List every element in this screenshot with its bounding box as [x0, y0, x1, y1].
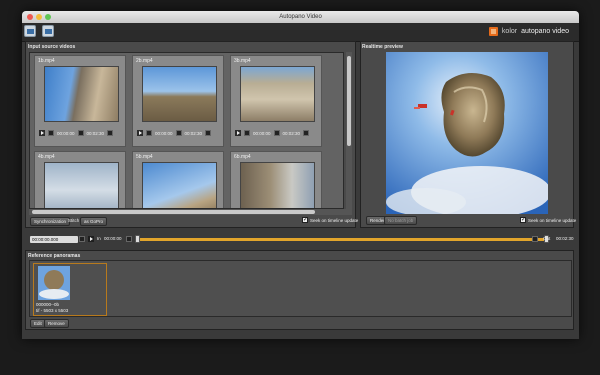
brand-kolor: kolor [501, 28, 518, 35]
import-video-icon[interactable] [24, 25, 36, 37]
play-icon[interactable] [137, 130, 143, 136]
video-tile[interactable]: 1b.mp4 00:00:00 00:02:30 [34, 55, 126, 147]
video-name: 5b.mp4 [136, 154, 153, 160]
brand: kolor autopano video [488, 27, 569, 36]
video-tile[interactable]: 5b.mp4 [132, 151, 224, 208]
time-end: 00:02:30 [282, 130, 301, 136]
grid-vertical-scrollbar[interactable] [346, 52, 352, 209]
stitch-label: Stitch [68, 218, 80, 223]
preview-panel-title: Realtime preview [362, 44, 403, 50]
reference-panel-title: Reference panoramas [28, 253, 81, 259]
toolbar: kolor autopano video [22, 23, 579, 42]
brand-product: autopano video [521, 28, 569, 35]
video-controls: 00:00:00 00:02:30 [39, 128, 123, 138]
in-label: In [97, 236, 101, 241]
video-tile[interactable]: 6b.mp4 [230, 151, 322, 208]
window-controls [27, 14, 51, 20]
video-controls: 00:00:00 00:02:30 [235, 128, 319, 138]
time-start: 00:00:00 [57, 130, 75, 136]
checkbox-icon[interactable] [302, 216, 308, 223]
in-handle[interactable] [135, 235, 140, 243]
marker-icon[interactable] [48, 130, 54, 136]
marker-icon[interactable] [244, 130, 250, 136]
marker-icon[interactable] [146, 130, 152, 136]
timeline-track[interactable] [139, 238, 547, 241]
settings-icon[interactable] [107, 130, 114, 136]
close-icon[interactable] [27, 14, 33, 20]
sync-icon[interactable] [77, 130, 84, 136]
video-tile[interactable]: 2b.mp4 00:00:00 00:02:30 [132, 55, 224, 147]
out-label: Out [543, 236, 551, 241]
input-panel-title: Input source videos [28, 44, 76, 50]
reference-list: 000000--0b tif - 5503 x 5503 [29, 260, 572, 317]
window-title: Autopano Video [279, 14, 322, 20]
in-time: 00:00:00 [104, 236, 122, 241]
video-name: 6b.mp4 [234, 154, 251, 160]
set-out-icon[interactable] [532, 236, 538, 242]
video-thumbnail [240, 66, 315, 122]
sync-icon[interactable] [175, 130, 182, 136]
play-icon[interactable] [88, 236, 94, 242]
synchronization-button[interactable]: Synchronization [30, 217, 71, 226]
video-thumbnail [44, 66, 119, 122]
reference-item[interactable]: 000000--0b tif - 5503 x 5503 [33, 263, 107, 316]
add-panorama-icon[interactable] [42, 25, 54, 37]
video-name: 3b.mp4 [234, 58, 251, 64]
video-name: 2b.mp4 [136, 58, 153, 64]
scroll-thumb[interactable] [32, 210, 315, 214]
batch-job-button[interactable]: No batch job [384, 216, 418, 225]
play-icon[interactable] [39, 130, 45, 136]
settings-icon[interactable] [303, 130, 310, 136]
reference-size: tif - 5503 x 5503 [36, 308, 69, 313]
timecode-field[interactable]: 00:00:00.000 [30, 236, 78, 243]
seek-label: Seek on timeline update [310, 217, 359, 223]
out-time: 00:02:30 [556, 236, 574, 241]
video-thumbnail [44, 162, 119, 208]
video-tile[interactable]: 3b.mp4 00:00:00 00:02:30 [230, 55, 322, 147]
time-start: 00:00:00 [253, 130, 271, 136]
seek-label: Seek on timeline update [528, 217, 577, 223]
grid-horizontal-scrollbar[interactable] [29, 209, 352, 215]
video-name: 1b.mp4 [38, 58, 55, 64]
video-thumbnail [142, 66, 217, 122]
time-end: 00:02:30 [184, 130, 203, 136]
timeline-bar: 00:00:00.000 In 00:00:00 Out 00:02:30 [22, 233, 579, 245]
remove-button[interactable]: Remove [44, 319, 69, 328]
time-start: 00:00:00 [155, 130, 173, 136]
sync-icon[interactable] [273, 130, 280, 136]
stitch-select[interactable]: as GoPro [80, 217, 107, 226]
seek-checkbox-input[interactable]: Seek on timeline update [302, 216, 359, 223]
minimize-icon[interactable] [36, 14, 42, 20]
tiny-planet-image [386, 52, 548, 214]
checkbox-icon[interactable] [520, 216, 526, 223]
preview-seek-checkbox[interactable]: Seek on timeline update [520, 216, 577, 223]
video-name: 4b.mp4 [38, 154, 55, 160]
video-tile[interactable]: 4b.mp4 [34, 151, 126, 208]
title-bar: Autopano Video [22, 11, 579, 23]
reference-thumbnail [38, 266, 70, 300]
reference-label: 000000--0b tif - 5503 x 5503 [36, 302, 68, 314]
time-end: 00:02:30 [86, 130, 105, 136]
video-thumbnail [240, 162, 315, 208]
video-controls: 00:00:00 00:02:30 [137, 128, 221, 138]
zoom-icon[interactable] [45, 14, 51, 20]
scroll-thumb[interactable] [347, 56, 351, 146]
video-thumbnail [142, 162, 217, 208]
video-grid: 1b.mp4 00:00:00 00:02:30 2b.mp4 00:00:00… [29, 52, 344, 209]
kolor-logo-icon [488, 27, 498, 36]
realtime-preview [386, 52, 548, 214]
timecode-stepper-icon[interactable] [79, 236, 85, 242]
set-in-icon[interactable] [126, 236, 132, 242]
settings-icon[interactable] [205, 130, 212, 136]
play-icon[interactable] [235, 130, 241, 136]
